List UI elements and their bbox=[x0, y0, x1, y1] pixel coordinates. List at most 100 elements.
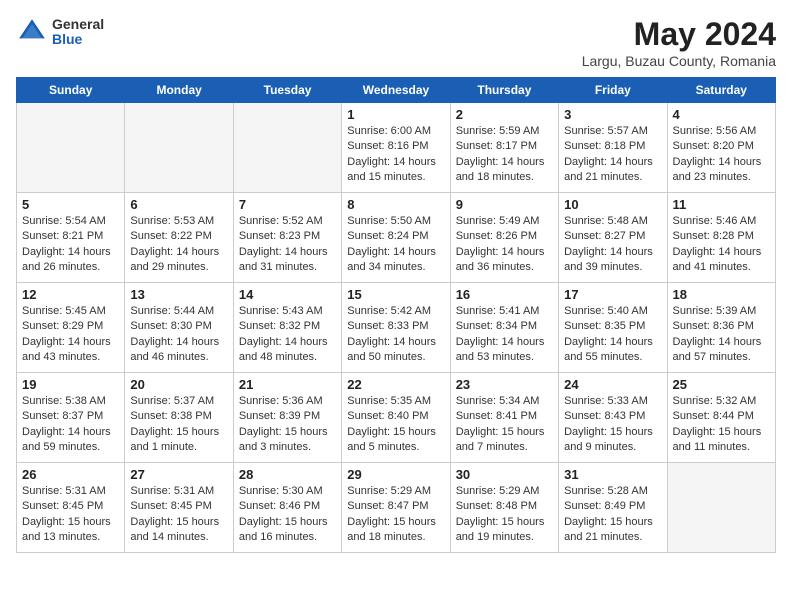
calendar-cell: 24 Sunrise: 5:33 AMSunset: 8:43 PMDayligh… bbox=[559, 373, 667, 463]
day-number: 21 bbox=[239, 377, 336, 392]
calendar-cell bbox=[233, 103, 341, 193]
day-number: 16 bbox=[456, 287, 553, 302]
day-info: Sunrise: 5:33 AMSunset: 8:43 PMDaylight:… bbox=[564, 394, 661, 456]
day-number: 2 bbox=[456, 107, 553, 122]
week-row-3: 12Sunrise: 5:45 AMSunset: 8:29 PMDayligh… bbox=[17, 283, 776, 373]
day-number: 25 bbox=[673, 377, 770, 392]
day-number: 19 bbox=[22, 377, 119, 392]
calendar-cell: 14Sunrise: 5:43 AMSunset: 8:32 PMDayligh… bbox=[233, 283, 341, 373]
day-info: Sunrise: 5:36 AMSunset: 8:39 PMDaylight:… bbox=[239, 394, 336, 456]
logo-icon bbox=[16, 16, 48, 48]
calendar-cell: 21 Sunrise: 5:36 AMSunset: 8:39 PMDayligh… bbox=[233, 373, 341, 463]
page-container: General Blue May 2024 Largu, Buzau Count… bbox=[16, 16, 776, 553]
day-number: 7 bbox=[239, 197, 336, 212]
calendar-cell: 9 Sunrise: 5:49 AMSunset: 8:26 PMDaylight… bbox=[450, 193, 558, 283]
day-info: Sunrise: 5:41 AMSunset: 8:34 PMDaylight:… bbox=[456, 304, 553, 366]
header-thursday: Thursday bbox=[450, 78, 558, 103]
calendar-cell: 19 Sunrise: 5:38 AMSunset: 8:37 PMDayligh… bbox=[17, 373, 125, 463]
day-info: Sunrise: 5:52 AMSunset: 8:23 PMDaylight:… bbox=[239, 214, 336, 276]
calendar-cell: 12Sunrise: 5:45 AMSunset: 8:29 PMDayligh… bbox=[17, 283, 125, 373]
week-row-1: 1Sunrise: 6:00 AMSunset: 8:16 PMDaylight… bbox=[17, 103, 776, 193]
calendar-cell bbox=[17, 103, 125, 193]
calendar-cell: 5 Sunrise: 5:54 AMSunset: 8:21 PMDaylight… bbox=[17, 193, 125, 283]
week-row-4: 19 Sunrise: 5:38 AMSunset: 8:37 PMDayligh… bbox=[17, 373, 776, 463]
day-info: Sunrise: 5:48 AMSunset: 8:27 PMDaylight:… bbox=[564, 214, 661, 276]
day-info: Sunrise: 5:37 AMSunset: 8:38 PMDaylight:… bbox=[130, 394, 227, 456]
day-number: 4 bbox=[673, 107, 770, 122]
header-monday: Monday bbox=[125, 78, 233, 103]
calendar-cell: 27 Sunrise: 5:31 AMSunset: 8:45 PMDayligh… bbox=[125, 463, 233, 553]
day-info: Sunrise: 5:40 AMSunset: 8:35 PMDaylight:… bbox=[564, 304, 661, 366]
calendar-cell: 3 Sunrise: 5:57 AMSunset: 8:18 PMDaylight… bbox=[559, 103, 667, 193]
day-number: 5 bbox=[22, 197, 119, 212]
day-info: Sunrise: 5:42 AMSunset: 8:33 PMDaylight:… bbox=[347, 304, 444, 366]
header-sunday: Sunday bbox=[17, 78, 125, 103]
logo-text: General Blue bbox=[52, 17, 104, 48]
day-info: Sunrise: 5:56 AMSunset: 8:20 PMDaylight:… bbox=[673, 124, 770, 186]
title-month: May 2024 bbox=[582, 16, 776, 53]
day-number: 24 bbox=[564, 377, 661, 392]
day-info: Sunrise: 5:46 AMSunset: 8:28 PMDaylight:… bbox=[673, 214, 770, 276]
calendar-cell: 8Sunrise: 5:50 AMSunset: 8:24 PMDaylight… bbox=[342, 193, 450, 283]
calendar-cell: 26Sunrise: 5:31 AMSunset: 8:45 PMDayligh… bbox=[17, 463, 125, 553]
week-row-2: 5 Sunrise: 5:54 AMSunset: 8:21 PMDaylight… bbox=[17, 193, 776, 283]
calendar-cell: 10Sunrise: 5:48 AMSunset: 8:27 PMDayligh… bbox=[559, 193, 667, 283]
calendar-cell: 4 Sunrise: 5:56 AMSunset: 8:20 PMDaylight… bbox=[667, 103, 775, 193]
day-number: 13 bbox=[130, 287, 227, 302]
day-info: Sunrise: 5:57 AMSunset: 8:18 PMDaylight:… bbox=[564, 124, 661, 186]
day-info: Sunrise: 5:31 AMSunset: 8:45 PMDaylight:… bbox=[130, 484, 227, 546]
day-info: Sunrise: 5:32 AMSunset: 8:44 PMDaylight:… bbox=[673, 394, 770, 456]
calendar-cell: 18 Sunrise: 5:39 AMSunset: 8:36 PMDayligh… bbox=[667, 283, 775, 373]
day-info: Sunrise: 5:39 AMSunset: 8:36 PMDaylight:… bbox=[673, 304, 770, 366]
calendar-cell: 25 Sunrise: 5:32 AMSunset: 8:44 PMDayligh… bbox=[667, 373, 775, 463]
calendar-header-row: Sunday Monday Tuesday Wednesday Thursday… bbox=[17, 78, 776, 103]
day-info: Sunrise: 5:28 AMSunset: 8:49 PMDaylight:… bbox=[564, 484, 661, 546]
calendar-cell: 1Sunrise: 6:00 AMSunset: 8:16 PMDaylight… bbox=[342, 103, 450, 193]
day-info: Sunrise: 5:35 AMSunset: 8:40 PMDaylight:… bbox=[347, 394, 444, 456]
day-info: Sunrise: 5:53 AMSunset: 8:22 PMDaylight:… bbox=[130, 214, 227, 276]
calendar-cell: 28 Sunrise: 5:30 AMSunset: 8:46 PMDayligh… bbox=[233, 463, 341, 553]
calendar-cell: 22Sunrise: 5:35 AMSunset: 8:40 PMDayligh… bbox=[342, 373, 450, 463]
day-number: 30 bbox=[456, 467, 553, 482]
calendar-cell: 2Sunrise: 5:59 AMSunset: 8:17 PMDaylight… bbox=[450, 103, 558, 193]
header: General Blue May 2024 Largu, Buzau Count… bbox=[16, 16, 776, 69]
logo-blue-text: Blue bbox=[52, 32, 104, 47]
day-info: Sunrise: 5:30 AMSunset: 8:46 PMDaylight:… bbox=[239, 484, 336, 546]
day-info: Sunrise: 5:49 AMSunset: 8:26 PMDaylight:… bbox=[456, 214, 553, 276]
day-number: 14 bbox=[239, 287, 336, 302]
day-number: 1 bbox=[347, 107, 444, 122]
day-info: Sunrise: 5:50 AMSunset: 8:24 PMDaylight:… bbox=[347, 214, 444, 276]
day-info: Sunrise: 5:31 AMSunset: 8:45 PMDaylight:… bbox=[22, 484, 119, 546]
day-number: 29 bbox=[347, 467, 444, 482]
day-number: 6 bbox=[130, 197, 227, 212]
day-number: 12 bbox=[22, 287, 119, 302]
header-saturday: Saturday bbox=[667, 78, 775, 103]
day-info: Sunrise: 5:44 AMSunset: 8:30 PMDaylight:… bbox=[130, 304, 227, 366]
calendar-cell: 7 Sunrise: 5:52 AMSunset: 8:23 PMDaylight… bbox=[233, 193, 341, 283]
calendar-table: Sunday Monday Tuesday Wednesday Thursday… bbox=[16, 77, 776, 553]
day-info: Sunrise: 5:54 AMSunset: 8:21 PMDaylight:… bbox=[22, 214, 119, 276]
calendar-cell bbox=[667, 463, 775, 553]
day-number: 28 bbox=[239, 467, 336, 482]
calendar-cell: 17Sunrise: 5:40 AMSunset: 8:35 PMDayligh… bbox=[559, 283, 667, 373]
calendar-cell: 29 Sunrise: 5:29 AMSunset: 8:47 PMDayligh… bbox=[342, 463, 450, 553]
calendar-cell: 11Sunrise: 5:46 AMSunset: 8:28 PMDayligh… bbox=[667, 193, 775, 283]
day-number: 15 bbox=[347, 287, 444, 302]
day-info: Sunrise: 5:29 AMSunset: 8:48 PMDaylight:… bbox=[456, 484, 553, 546]
day-number: 18 bbox=[673, 287, 770, 302]
calendar-cell: 23Sunrise: 5:34 AMSunset: 8:41 PMDayligh… bbox=[450, 373, 558, 463]
day-number: 3 bbox=[564, 107, 661, 122]
title-location: Largu, Buzau County, Romania bbox=[582, 53, 776, 69]
day-info: Sunrise: 5:38 AMSunset: 8:37 PMDaylight:… bbox=[22, 394, 119, 456]
logo-general-text: General bbox=[52, 17, 104, 32]
week-row-5: 26Sunrise: 5:31 AMSunset: 8:45 PMDayligh… bbox=[17, 463, 776, 553]
title-block: May 2024 Largu, Buzau County, Romania bbox=[582, 16, 776, 69]
calendar-cell: 31 Sunrise: 5:28 AMSunset: 8:49 PMDayligh… bbox=[559, 463, 667, 553]
day-number: 27 bbox=[130, 467, 227, 482]
day-number: 31 bbox=[564, 467, 661, 482]
calendar-cell: 6 Sunrise: 5:53 AMSunset: 8:22 PMDaylight… bbox=[125, 193, 233, 283]
day-number: 9 bbox=[456, 197, 553, 212]
day-number: 20 bbox=[130, 377, 227, 392]
calendar-cell: 30 Sunrise: 5:29 AMSunset: 8:48 PMDayligh… bbox=[450, 463, 558, 553]
day-info: Sunrise: 5:29 AMSunset: 8:47 PMDaylight:… bbox=[347, 484, 444, 546]
